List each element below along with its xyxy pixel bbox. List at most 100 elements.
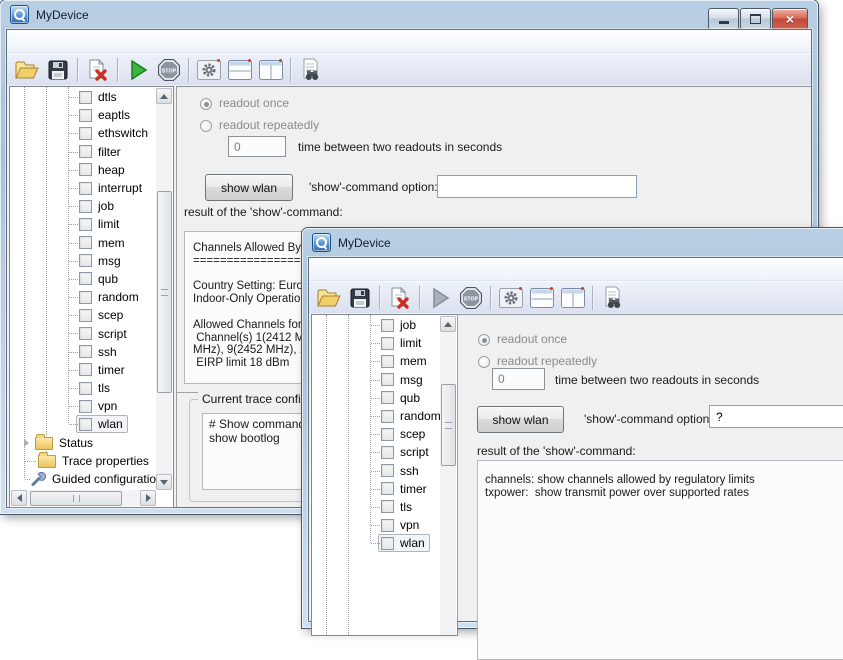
scroll-up-button[interactable]: [156, 88, 172, 104]
tree-item[interactable]: dtls: [11, 88, 156, 106]
tree-item[interactable]: Status: [11, 434, 156, 452]
tree-item[interactable]: timer: [313, 480, 440, 498]
tree-item[interactable]: msg: [313, 371, 440, 389]
split-vertical-button[interactable]: [255, 56, 286, 84]
tree-item[interactable]: limit: [313, 334, 440, 352]
tree-item[interactable]: job: [11, 197, 156, 215]
menu-item[interactable]: [375, 266, 395, 272]
tree-item[interactable]: interrupt: [11, 179, 156, 197]
close-button[interactable]: ×: [772, 8, 808, 30]
tree-item[interactable]: wlan: [313, 534, 440, 552]
tree-item[interactable]: heap: [11, 161, 156, 179]
checkbox[interactable]: [381, 446, 394, 459]
menu-item[interactable]: [53, 38, 73, 44]
tree-item[interactable]: wlan: [11, 415, 156, 433]
checkbox[interactable]: [79, 363, 92, 376]
show-wlan-button[interactable]: show wlan: [477, 406, 564, 433]
readout-once-radio[interactable]: [200, 98, 212, 110]
open-button[interactable]: [11, 56, 42, 84]
interval-input[interactable]: 0: [492, 368, 545, 390]
open-button[interactable]: [313, 284, 344, 312]
tree-item[interactable]: qub: [11, 270, 156, 288]
scrollbar-thumb[interactable]: [157, 191, 172, 393]
tree-item[interactable]: ssh: [313, 462, 440, 480]
trace-settings-button[interactable]: [495, 284, 526, 312]
tree-item[interactable]: script: [313, 443, 440, 461]
checkbox[interactable]: [79, 200, 92, 213]
menu-item[interactable]: [13, 38, 33, 44]
menu-item[interactable]: [93, 38, 113, 44]
show-wlan-button[interactable]: show wlan: [205, 174, 293, 201]
tree-item[interactable]: limit: [11, 215, 156, 233]
stop-trace-button[interactable]: STOP: [455, 284, 486, 312]
tree-item[interactable]: filter: [11, 143, 156, 161]
tree-item[interactable]: timer: [11, 361, 156, 379]
checkbox[interactable]: [381, 373, 394, 386]
titlebar[interactable]: MyDevice ×: [0, 0, 818, 29]
checkbox[interactable]: [381, 355, 394, 368]
scrollbar-thumb[interactable]: [441, 384, 456, 466]
save-button[interactable]: [42, 56, 73, 84]
readout-repeatedly-radio[interactable]: [478, 356, 490, 368]
checkbox[interactable]: [79, 163, 92, 176]
minimize-button[interactable]: [708, 8, 739, 30]
result-output[interactable]: channels: show channels allowed by regul…: [477, 460, 843, 660]
maximize-button[interactable]: [740, 8, 771, 30]
tree-item[interactable]: mem: [11, 234, 156, 252]
readout-once-radio[interactable]: [478, 334, 490, 346]
scrollbar-thumb[interactable]: [30, 491, 122, 506]
tree-item[interactable]: eaptls: [11, 106, 156, 124]
show-command-option-input[interactable]: [437, 175, 637, 198]
menu-item[interactable]: [33, 38, 53, 44]
checkbox[interactable]: [381, 337, 394, 350]
checkbox[interactable]: [79, 291, 92, 304]
checkbox[interactable]: [79, 309, 92, 322]
menu-item[interactable]: [73, 38, 93, 44]
tree-item[interactable]: scep: [313, 425, 440, 443]
save-button[interactable]: [344, 284, 375, 312]
start-trace-button[interactable]: [122, 56, 153, 84]
checkbox[interactable]: [79, 145, 92, 158]
start-trace-button[interactable]: [424, 284, 455, 312]
scroll-right-button[interactable]: [140, 490, 156, 506]
checkbox[interactable]: [79, 254, 92, 267]
checkbox[interactable]: [79, 218, 92, 231]
tree-item[interactable]: mem: [313, 352, 440, 370]
menu-item[interactable]: [395, 266, 415, 272]
tree-item[interactable]: vpn: [313, 516, 440, 534]
find-in-trace-button[interactable]: [295, 56, 326, 84]
checkbox[interactable]: [79, 418, 92, 431]
checkbox[interactable]: [79, 327, 92, 340]
readout-repeatedly-radio[interactable]: [200, 120, 212, 132]
menu-item[interactable]: [335, 266, 355, 272]
scroll-up-button[interactable]: [440, 316, 456, 332]
stop-trace-button[interactable]: STOP: [153, 56, 184, 84]
scroll-down-button[interactable]: [156, 474, 172, 490]
tree-horizontal-scrollbar[interactable]: [11, 490, 156, 506]
tree-item[interactable]: Trace properties: [11, 452, 156, 470]
find-in-trace-button[interactable]: [597, 284, 628, 312]
tree-item[interactable]: script: [11, 324, 156, 342]
checkbox[interactable]: [79, 91, 92, 104]
tree-item[interactable]: Guided configuration: [11, 470, 156, 488]
checkbox[interactable]: [381, 482, 394, 495]
menu-item[interactable]: [315, 266, 335, 272]
tree-vertical-scrollbar[interactable]: [440, 316, 456, 635]
checkbox[interactable]: [381, 319, 394, 332]
tree-item[interactable]: tls: [11, 379, 156, 397]
tree-item[interactable]: ssh: [11, 343, 156, 361]
checkbox[interactable]: [79, 109, 92, 122]
tree-item[interactable]: msg: [11, 252, 156, 270]
checkbox[interactable]: [79, 182, 92, 195]
checkbox[interactable]: [79, 400, 92, 413]
interval-input[interactable]: 0: [228, 136, 286, 157]
checkbox[interactable]: [381, 428, 394, 441]
checkbox[interactable]: [381, 464, 394, 477]
checkbox[interactable]: [79, 382, 92, 395]
tree-item[interactable]: tls: [313, 498, 440, 516]
tree-item[interactable]: scep: [11, 306, 156, 324]
checkbox[interactable]: [381, 500, 394, 513]
menu-item[interactable]: [355, 266, 375, 272]
split-horizontal-button[interactable]: [224, 56, 255, 84]
checkbox[interactable]: [79, 272, 92, 285]
